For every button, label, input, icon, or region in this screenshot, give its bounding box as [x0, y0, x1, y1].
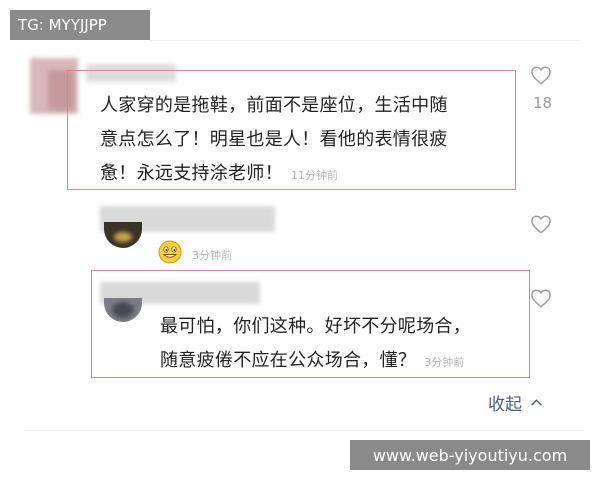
comment-3-timestamp: 3分钟前 [424, 356, 465, 369]
comment-1-line-3-text: 惫！永远支持涂老师！ [100, 163, 283, 184]
heart-icon [531, 289, 551, 308]
comment-1-body: 人家穿的是拖鞋，前面不是座位，生活中随 意点怎么了！明星也是人！看他的表情很疲 … [100, 89, 500, 193]
bottom-divider [24, 430, 584, 431]
chevron-up-icon [531, 399, 542, 406]
top-divider [150, 40, 580, 41]
watermark-bottom-text: www.web-yiyoutiyu.com [372, 445, 568, 465]
comment-1-line-1: 人家穿的是拖鞋，前面不是座位，生活中随 [100, 95, 448, 116]
comment-3-body: 最可怕，你们这种。好坏不分呢场合， 随意疲倦不应在公众场合，懂？ 3分钟前 [160, 310, 520, 380]
comment-1-line-2: 意点怎么了！明星也是人！看他的表情很疲 [100, 129, 448, 150]
comment-2-emoji [158, 240, 182, 264]
comment-3-line-2-text: 随意疲倦不应在公众场合，懂？ [160, 350, 417, 371]
watermark-top-text: TG: MYYJJPP [18, 16, 107, 34]
comment-3-like-button[interactable] [530, 288, 552, 308]
comment-1-like-button[interactable] [530, 65, 552, 85]
comment-1-line-3: 惫！永远支持涂老师！ 11分钟前 [100, 157, 500, 193]
comment-3-line-2: 随意疲倦不应在公众场合，懂？ 3分钟前 [160, 344, 520, 380]
collapse-label: 收起 [488, 395, 522, 415]
watermark-bottom: www.web-yiyoutiyu.com [350, 440, 590, 470]
collapse-button[interactable]: 收起 [488, 390, 543, 415]
comment-2-like-button[interactable] [530, 214, 552, 234]
comment-2-avatar [104, 222, 142, 248]
watermark-top: TG: MYYJJPP [10, 10, 150, 40]
comment-2-timestamp: 3分钟前 [192, 249, 232, 262]
heart-icon [531, 215, 551, 234]
heart-icon [531, 66, 551, 85]
grin-emoji-icon [158, 240, 182, 264]
comment-1-like-count: 18 [533, 94, 553, 112]
comment-1-timestamp: 11分钟前 [291, 169, 338, 182]
comment-3-line-1: 最可怕，你们这种。好坏不分呢场合， [160, 316, 472, 337]
